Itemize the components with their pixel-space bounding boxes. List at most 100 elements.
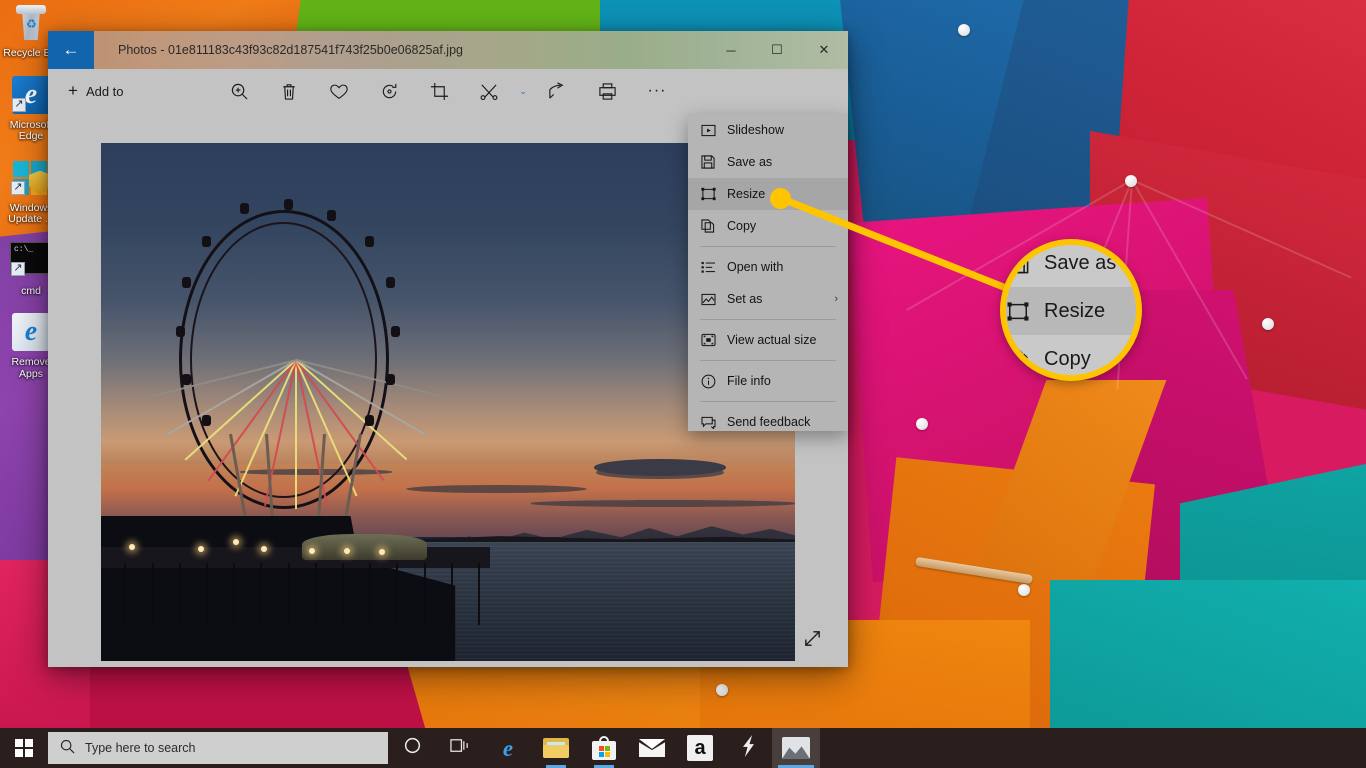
- save-icon: [1006, 251, 1030, 275]
- umbrella-knob: [1262, 318, 1274, 330]
- menu-item-set-as[interactable]: Set as ›: [688, 283, 848, 315]
- menu-item-save-as[interactable]: Save as: [688, 146, 848, 178]
- mail-icon: [639, 739, 665, 757]
- set-as-icon: [700, 291, 716, 307]
- rotate-icon[interactable]: [364, 73, 414, 109]
- slideshow-icon: [700, 122, 716, 138]
- taskbar-item-mail[interactable]: [628, 728, 676, 768]
- share-icon[interactable]: [532, 73, 582, 109]
- recycle-bin-icon: ♻: [9, 4, 53, 46]
- remove-apps-icon: e: [9, 313, 53, 355]
- menu-item-label: Set as: [727, 292, 763, 306]
- menu-item-open-with[interactable]: Open with: [688, 251, 848, 283]
- menu-item-resize[interactable]: Resize: [688, 178, 848, 210]
- taskbar-item-cortana[interactable]: [388, 728, 436, 768]
- magnified-item-resize: Resize: [1006, 287, 1136, 335]
- menu-item-copy[interactable]: Copy: [688, 210, 848, 242]
- taskbar-item-edge[interactable]: e: [484, 728, 532, 768]
- copy-icon: [1006, 347, 1030, 371]
- tray-clock[interactable]: [1264, 728, 1324, 768]
- taskbar-item-photos[interactable]: [772, 728, 820, 768]
- cmd-icon: c:\_ ↗: [9, 241, 53, 284]
- info-icon: [700, 373, 716, 389]
- system-tray: [1102, 728, 1366, 768]
- print-icon[interactable]: [582, 73, 632, 109]
- umbrella-knob: [958, 24, 970, 36]
- windows-logo-icon: [15, 739, 33, 757]
- menu-item-label: Open with: [727, 260, 784, 274]
- photos-icon: [782, 737, 810, 759]
- cortana-icon: [403, 736, 422, 760]
- show-desktop-button[interactable]: [1324, 728, 1366, 768]
- add-to-button[interactable]: + Add to: [60, 77, 132, 105]
- resize-icon: [700, 186, 716, 202]
- umbrella-knob: [716, 684, 728, 696]
- heart-icon[interactable]: [314, 73, 364, 109]
- microsoft-store-icon: [592, 736, 616, 760]
- photo-lamp: [260, 546, 267, 552]
- actual-size-icon: [700, 332, 716, 348]
- magnified-item-label: Copy: [1044, 347, 1091, 370]
- edge-icon: e: [502, 735, 514, 761]
- menu-item-view-actual-size[interactable]: View actual size: [688, 324, 848, 356]
- taskbar-item-microsoft-store[interactable]: [580, 728, 628, 768]
- lightning-icon: [740, 734, 757, 762]
- save-icon: [700, 154, 716, 170]
- tray-slot[interactable]: [1144, 728, 1204, 768]
- plus-icon: +: [68, 81, 78, 100]
- taskbar-item-file-explorer[interactable]: [532, 728, 580, 768]
- more-icon[interactable]: ···: [632, 73, 682, 109]
- photo-pier-pilings: [101, 562, 490, 625]
- maximize-button[interactable]: ☐: [754, 31, 800, 69]
- tray-slot[interactable]: [1102, 728, 1144, 768]
- fullscreen-icon[interactable]: [796, 623, 828, 653]
- menu-item-label: Copy: [727, 219, 757, 233]
- open-with-icon: [700, 259, 716, 275]
- magnified-item-save-as: Save as: [1006, 245, 1136, 287]
- resize-icon: [1006, 299, 1030, 323]
- magnified-item-copy: Copy: [1006, 335, 1136, 375]
- umbrella-knob: [1125, 175, 1137, 187]
- chevron-down-icon[interactable]: ⌄: [514, 73, 532, 109]
- back-button[interactable]: ←: [48, 31, 94, 69]
- add-to-label: Add to: [85, 83, 124, 99]
- menu-item-send-feedback[interactable]: Send feedback: [688, 406, 848, 431]
- file-explorer-icon: [543, 738, 569, 758]
- menu-separator: [700, 246, 836, 247]
- photos-toolbar: + Add to ⌄ ···: [48, 69, 848, 113]
- menu-item-file-info[interactable]: File info: [688, 365, 848, 397]
- window-title: Photos - 01e811183c43f93c82d187541f743f2…: [118, 43, 463, 57]
- taskbar-item-task-view[interactable]: [436, 728, 484, 768]
- search-placeholder: Type here to search: [85, 741, 196, 755]
- photo-lamp: [343, 548, 350, 555]
- menu-item-slideshow[interactable]: Slideshow: [688, 114, 848, 146]
- zoom-icon[interactable]: [214, 73, 264, 109]
- edit-icon[interactable]: [464, 73, 514, 109]
- search-input[interactable]: Type here to search: [48, 732, 388, 764]
- minimize-button[interactable]: ─: [708, 31, 754, 69]
- menu-separator: [700, 319, 836, 320]
- magnified-item-label: Save as: [1044, 251, 1117, 274]
- crop-icon[interactable]: [414, 73, 464, 109]
- menu-item-label: View actual size: [727, 333, 817, 347]
- menu-item-label: Save as: [727, 155, 773, 169]
- callout-pointer-dot: [770, 188, 791, 209]
- delete-icon[interactable]: [264, 73, 314, 109]
- chevron-right-icon: ›: [834, 293, 838, 305]
- menu-item-label: File info: [727, 374, 771, 388]
- taskbar-item-amazon[interactable]: a: [676, 728, 724, 768]
- tray-slot[interactable]: [1204, 728, 1264, 768]
- photos-more-context-menu: Slideshow Save as Resize Copy Open with …: [688, 114, 848, 431]
- photo-lamp: [378, 549, 385, 556]
- taskbar-item-slack[interactable]: [724, 728, 772, 768]
- amazon-icon: a: [687, 735, 713, 761]
- close-button[interactable]: ✕: [800, 31, 848, 69]
- menu-item-label: Send feedback: [727, 415, 811, 429]
- start-button[interactable]: [0, 728, 48, 768]
- search-icon: [60, 739, 75, 757]
- feedback-icon: [700, 414, 716, 430]
- menu-item-label: Slideshow: [727, 123, 784, 137]
- windows-update-icon: ↗: [9, 159, 53, 201]
- menu-separator: [700, 401, 836, 402]
- umbrella-knob: [916, 418, 928, 430]
